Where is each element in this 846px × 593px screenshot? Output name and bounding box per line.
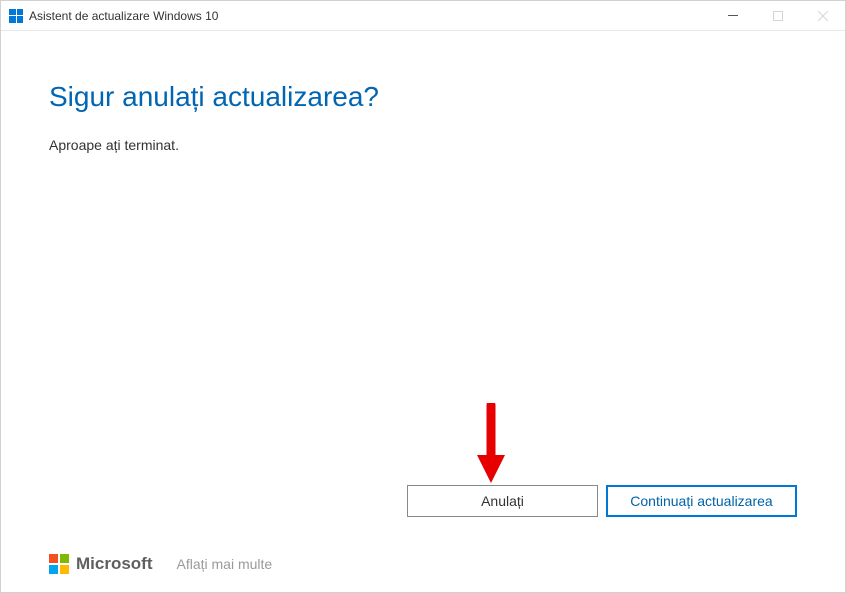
continue-button[interactable]: Continuați actualizarea xyxy=(606,485,797,517)
minimize-icon xyxy=(728,15,738,16)
minimize-button[interactable] xyxy=(710,1,755,30)
microsoft-brand: Microsoft xyxy=(49,554,153,574)
microsoft-logo-icon xyxy=(49,554,69,574)
page-title: Sigur anulați actualizarea? xyxy=(49,81,797,113)
close-button[interactable] xyxy=(800,1,845,30)
footer: Microsoft Aflați mai multe xyxy=(49,554,272,574)
microsoft-name: Microsoft xyxy=(76,554,153,574)
maximize-button xyxy=(755,1,800,30)
app-title: Asistent de actualizare Windows 10 xyxy=(29,9,218,23)
titlebar-left: Asistent de actualizare Windows 10 xyxy=(9,9,218,23)
cancel-button[interactable]: Anulați xyxy=(407,485,598,517)
learn-more-link[interactable]: Aflați mai multe xyxy=(177,556,273,572)
maximize-icon xyxy=(773,11,783,21)
main-content: Sigur anulați actualizarea? Aproape ați … xyxy=(1,31,845,153)
page-subtext: Aproape ați terminat. xyxy=(49,137,797,153)
button-row: Anulați Continuați actualizarea xyxy=(407,485,797,517)
window-controls xyxy=(710,1,845,30)
titlebar: Asistent de actualizare Windows 10 xyxy=(1,1,845,31)
close-icon xyxy=(818,11,828,21)
windows-logo-icon xyxy=(9,9,23,23)
annotation-arrow-icon xyxy=(473,403,509,487)
